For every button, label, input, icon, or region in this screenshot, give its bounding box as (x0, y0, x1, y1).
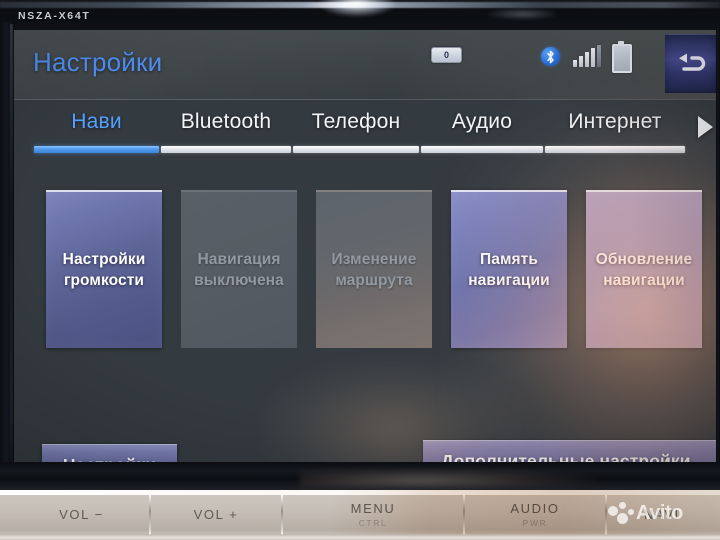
extra-settings-button[interactable]: Дополнительные настройки (423, 440, 716, 462)
back-button[interactable] (665, 34, 716, 93)
tile-navigation-update[interactable]: Обновление навигации (586, 190, 702, 348)
status-badge: 0 (431, 47, 462, 63)
tab-label: Нави (71, 110, 122, 133)
hw-button-vol-up[interactable]: VOL + (151, 495, 281, 534)
hw-bottom-highlight (0, 534, 720, 540)
tab-bluetooth[interactable]: Bluetooth (161, 100, 291, 166)
bluetooth-icon (541, 47, 560, 66)
hw-button-menu[interactable]: MENU CTRL (283, 495, 463, 534)
tile-line1: Память (480, 250, 538, 268)
hw-button-audio[interactable]: AUDIO PWR (465, 495, 605, 534)
back-arrow-icon (678, 53, 705, 71)
avito-watermark-text: Avito (636, 501, 683, 524)
tabs-next-button[interactable] (692, 112, 716, 142)
tab-underline (545, 146, 685, 153)
tile-line1: Изменение (331, 250, 417, 268)
tile-line2: маршрута (335, 272, 413, 289)
tab-underline (34, 146, 159, 153)
screen-header: Настройки 0 (14, 30, 716, 100)
tile-line2: выключена (194, 272, 284, 289)
lcd-screen: Настройки 0 Нави Bluetooth Телефон Аудио… (14, 30, 716, 462)
tile-navigation-memory[interactable]: Память навигации (451, 190, 567, 348)
hw-sublabel: PWR (522, 518, 548, 528)
tile-line1: Навигация (197, 250, 281, 268)
tile-route-change: Изменение маршрута (316, 190, 432, 348)
signal-bars-icon (573, 45, 601, 67)
hw-label: VOL − (59, 507, 104, 522)
tile-line2: навигации (603, 272, 685, 289)
avito-logo-icon (608, 502, 634, 524)
tab-navi[interactable]: Нави (34, 100, 159, 166)
hw-sublabel: CTRL (358, 518, 388, 528)
tile-navigation-disabled: Навигация выключена (181, 190, 297, 348)
tab-label: Интернет (568, 110, 662, 133)
avito-watermark: Avito (608, 498, 712, 528)
tab-audio[interactable]: Аудио (421, 100, 543, 166)
battery-icon (612, 41, 632, 73)
tab-internet[interactable]: Интернет (545, 100, 685, 166)
hw-label: MENU (350, 501, 396, 516)
settings-button[interactable]: Настройки (42, 444, 177, 462)
tile-line2: громкости (63, 272, 145, 289)
hw-label: AUDIO (510, 501, 560, 516)
tab-label: Bluetooth (180, 110, 272, 133)
bezel-smudge (485, 8, 560, 20)
page-title: Настройки (33, 47, 163, 77)
tab-underline (293, 146, 419, 153)
head-unit-photo: NSZA-X64T Настройки 0 Нави Bluetooth Тел… (0, 0, 720, 540)
device-model-label: NSZA-X64T (18, 10, 91, 22)
bezel-flare (318, 0, 396, 17)
bezel-right (716, 22, 720, 482)
tab-underline (161, 146, 291, 153)
status-badge-value: 0 (443, 49, 449, 60)
hw-button-vol-down[interactable]: VOL − (14, 495, 149, 534)
tab-strip: Нави Bluetooth Телефон Аудио Интернет (14, 100, 716, 166)
tile-volume-settings[interactable]: Настройки громкости (46, 190, 162, 348)
chevron-right-icon (697, 116, 713, 138)
tile-line1: Настройки (62, 250, 146, 268)
tab-label: Аудио (451, 110, 513, 133)
bezel-bottom-glare (300, 468, 600, 488)
tab-underline (421, 146, 543, 153)
tab-label: Телефон (311, 110, 401, 133)
tile-grid: Настройки громкости Навигация выключена … (14, 166, 716, 406)
screen-bottom-bar: Настройки Дополнительные настройки (14, 406, 716, 462)
bezel-left-edge (10, 24, 13, 476)
tile-line1: Обновление (595, 250, 693, 268)
hw-label: VOL + (193, 507, 239, 522)
tab-telefon[interactable]: Телефон (293, 100, 419, 166)
tile-line2: навигации (468, 272, 550, 289)
